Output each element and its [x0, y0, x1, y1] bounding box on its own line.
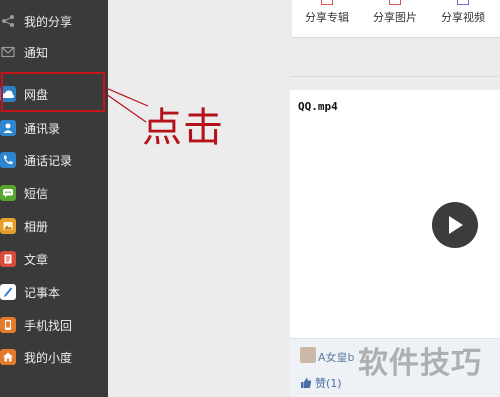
watermark: 软件技巧: [358, 346, 482, 381]
click-annotation: 点击: [142, 105, 224, 151]
